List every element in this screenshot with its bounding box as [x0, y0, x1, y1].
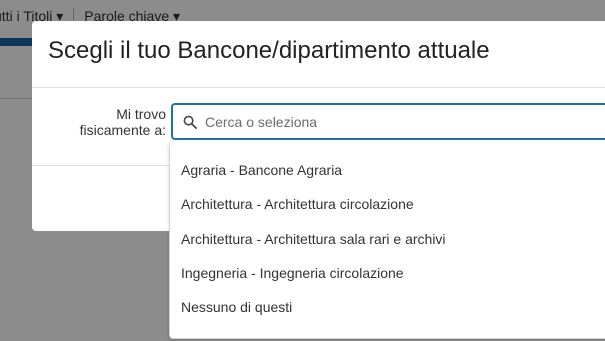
location-label-line1: Mi trovo — [116, 106, 166, 122]
modal-title: Scegli il tuo Bancone/dipartimento attua… — [48, 37, 490, 64]
modal-header-divider — [32, 87, 605, 88]
dropdown-option[interactable]: Architettura - Architettura sala rari e … — [181, 231, 446, 247]
dropdown-option[interactable]: Architettura - Architettura circolazione — [181, 196, 414, 212]
dropdown-option[interactable]: Nessuno di questi — [181, 299, 292, 315]
search-icon — [183, 115, 197, 129]
location-dropdown: Agraria - Bancone Agraria Architettura -… — [169, 143, 605, 339]
location-label-line2: fisicamente a: — [79, 122, 166, 138]
location-field-label: Mi trovo fisicamente a: — [48, 106, 166, 138]
location-search-input[interactable] — [205, 105, 605, 138]
location-search-box[interactable] — [171, 103, 605, 140]
dropdown-option[interactable]: Ingegneria - Ingegneria circolazione — [181, 265, 404, 281]
dropdown-option[interactable]: Agraria - Bancone Agraria — [181, 162, 342, 178]
